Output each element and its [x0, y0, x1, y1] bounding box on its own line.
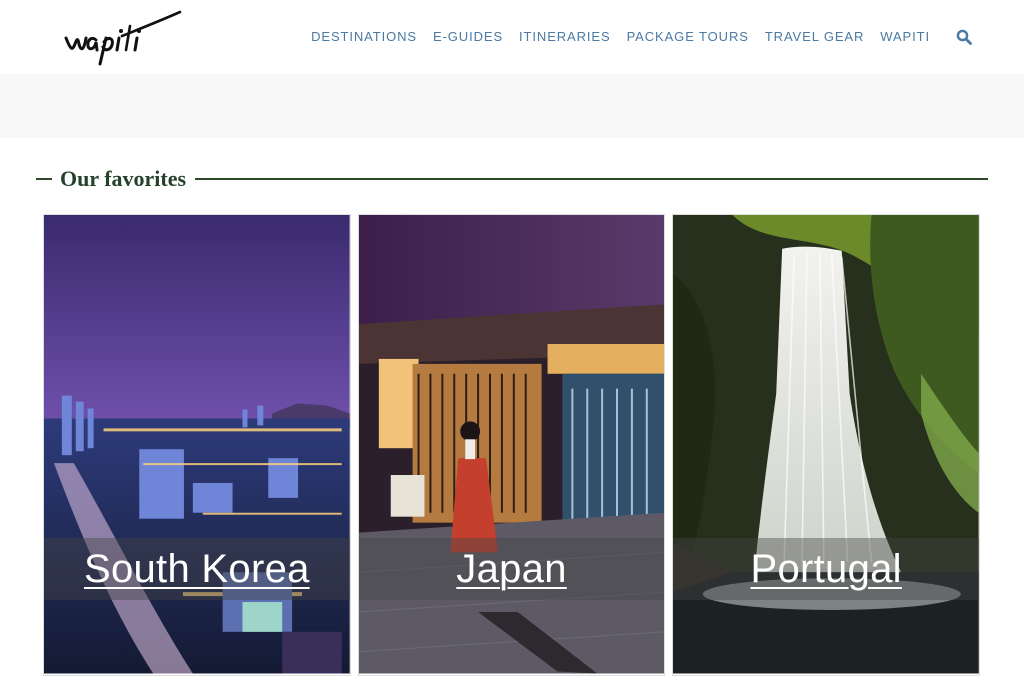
- card-south-korea[interactable]: South Korea: [43, 214, 351, 676]
- card-label-bar: South Korea: [44, 538, 350, 600]
- search-icon[interactable]: [954, 27, 974, 47]
- south-korea-photo: [44, 215, 350, 674]
- logo-script-mark: [64, 10, 182, 66]
- japan-photo: [358, 215, 665, 674]
- favorites-grid: South Korea Japan Portugal: [43, 214, 981, 676]
- nav-itineraries[interactable]: ITINERARIES: [519, 27, 611, 47]
- card-portugal[interactable]: Portugal: [672, 214, 981, 676]
- heading-rule: [195, 178, 988, 180]
- main-nav: DESTINATIONS E-GUIDES ITINERARIES PACKAG…: [295, 27, 974, 47]
- site-header: DESTINATIONS E-GUIDES ITINERARIES PACKAG…: [0, 0, 1024, 74]
- card-label-bar: Portugal: [673, 538, 980, 600]
- magnifier-glyph: [956, 29, 972, 45]
- favorites-heading: Our favorites: [36, 164, 988, 194]
- portugal-link[interactable]: Portugal: [750, 547, 901, 592]
- japan-link[interactable]: Japan: [456, 547, 566, 592]
- card-japan[interactable]: Japan: [357, 214, 666, 676]
- nav-package-tours[interactable]: PACKAGE TOURS: [627, 27, 749, 47]
- wapiti-logo[interactable]: [62, 8, 186, 66]
- nav-wapiti[interactable]: WAPITI: [880, 27, 930, 47]
- south-korea-link[interactable]: South Korea: [84, 547, 310, 592]
- card-label-bar: Japan: [358, 538, 665, 600]
- nav-e-guides[interactable]: E-GUIDES: [433, 27, 503, 47]
- portugal-photo: [673, 215, 979, 674]
- heading-dash: [36, 178, 52, 180]
- nav-travel-gear[interactable]: TRAVEL GEAR: [765, 27, 864, 47]
- banner-strip: [0, 74, 1024, 138]
- nav-destinations[interactable]: DESTINATIONS: [311, 27, 417, 47]
- section-title: Our favorites: [60, 166, 187, 191]
